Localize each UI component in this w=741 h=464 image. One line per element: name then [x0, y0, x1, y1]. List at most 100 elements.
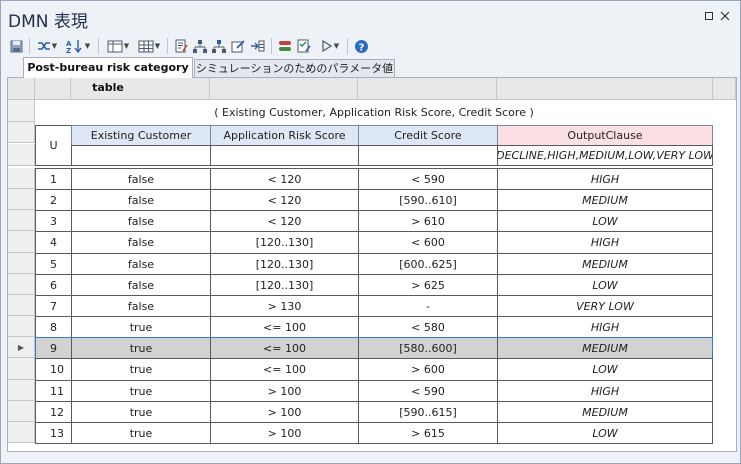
rule-existing-customer[interactable]: true	[71, 316, 211, 338]
rule-output[interactable]: HIGH	[497, 231, 713, 254]
rule-existing-customer[interactable]: true	[71, 380, 211, 402]
rule-credit-score[interactable]: > 625	[358, 274, 498, 296]
rule-existing-customer[interactable]: true	[71, 401, 211, 423]
rule-existing-customer[interactable]: false	[71, 253, 211, 275]
rule-number[interactable]: 10	[35, 358, 72, 381]
play-icon[interactable]: ▼	[317, 37, 343, 55]
rule-output[interactable]: MEDIUM	[497, 253, 713, 275]
rule-output[interactable]: VERY LOW	[497, 295, 713, 317]
row-header[interactable]	[8, 380, 35, 401]
input-allowed-values[interactable]	[210, 145, 359, 166]
rule-number[interactable]: 3	[35, 210, 72, 232]
row-header[interactable]	[8, 210, 35, 231]
rule-output[interactable]: HIGH	[497, 316, 713, 338]
row-header[interactable]	[8, 189, 35, 210]
rule-number[interactable]: 7	[35, 295, 72, 317]
rule-credit-score[interactable]: < 590	[358, 380, 498, 402]
close-icon[interactable]	[720, 11, 734, 25]
column-header[interactable]	[210, 78, 358, 100]
toggle-icon[interactable]	[276, 37, 294, 55]
rule-application-risk-score[interactable]: < 120	[210, 210, 359, 232]
rule-existing-customer[interactable]: true	[71, 358, 211, 381]
sort-icon[interactable]: A Z ▼	[63, 37, 93, 55]
rule-application-risk-score[interactable]: > 100	[210, 422, 359, 444]
edit-icon[interactable]	[229, 37, 247, 55]
column-header[interactable]	[358, 78, 497, 100]
grid-icon[interactable]: ▼	[135, 37, 163, 55]
row-header[interactable]	[8, 168, 35, 189]
rule-application-risk-score[interactable]: <= 100	[210, 358, 359, 381]
rule-credit-score[interactable]: -	[358, 295, 498, 317]
rule-output[interactable]: LOW	[497, 210, 713, 232]
row-header[interactable]	[8, 231, 35, 253]
rule-credit-score[interactable]: [580..600]	[358, 337, 498, 359]
rule-application-risk-score[interactable]: [120..130]	[210, 253, 359, 275]
rule-credit-score[interactable]: [600..625]	[358, 253, 498, 275]
row-header[interactable]	[8, 316, 35, 337]
rule-application-risk-score[interactable]: < 120	[210, 189, 359, 211]
columns-icon[interactable]: ▼	[104, 37, 132, 55]
rule-application-risk-score[interactable]: > 130	[210, 295, 359, 317]
rule-number[interactable]: 1	[35, 168, 72, 190]
rule-output[interactable]: HIGH	[497, 168, 713, 190]
column-header[interactable]	[8, 78, 35, 100]
output-allowed-values[interactable]: DECLINE,HIGH,MEDIUM,LOW,VERY LOW	[497, 145, 713, 166]
row-header[interactable]	[8, 274, 35, 295]
rule-output[interactable]: MEDIUM	[497, 189, 713, 211]
rule-credit-score[interactable]: < 590	[358, 168, 498, 190]
input-header-existing-customer[interactable]: Existing Customer	[71, 125, 211, 146]
row-header[interactable]: ▶	[8, 337, 35, 358]
rule-existing-customer[interactable]: false	[71, 295, 211, 317]
hierarchy-icon[interactable]	[191, 37, 209, 55]
decision-table-grid[interactable]: ( Existing Customer, Application Risk Sc…	[7, 77, 737, 452]
input-allowed-values[interactable]	[358, 145, 498, 166]
row-header[interactable]	[8, 422, 35, 443]
row-header[interactable]	[8, 358, 35, 380]
row-header[interactable]	[8, 401, 35, 422]
rule-number[interactable]: 2	[35, 189, 72, 211]
rule-number[interactable]: 5	[35, 253, 72, 275]
column-header[interactable]	[497, 78, 713, 100]
rule-output[interactable]: LOW	[497, 274, 713, 296]
rule-number[interactable]: 11	[35, 380, 72, 402]
save-icon[interactable]	[8, 37, 24, 55]
input-header-application-risk-score[interactable]: Application Risk Score	[210, 125, 359, 146]
rule-application-risk-score[interactable]: > 100	[210, 401, 359, 423]
rule-existing-customer[interactable]: false	[71, 274, 211, 296]
rule-number[interactable]: 13	[35, 422, 72, 444]
help-icon[interactable]: ?	[352, 37, 370, 55]
rule-application-risk-score[interactable]: > 100	[210, 380, 359, 402]
input-header-credit-score[interactable]: Credit Score	[358, 125, 498, 146]
rule-number[interactable]: 9	[35, 337, 72, 359]
rule-credit-score[interactable]: [590..610]	[358, 189, 498, 211]
rule-application-risk-score[interactable]: < 120	[210, 168, 359, 190]
rule-credit-score[interactable]: > 610	[358, 210, 498, 232]
row-header[interactable]	[8, 295, 35, 316]
rule-output[interactable]: HIGH	[497, 380, 713, 402]
insert-column-icon[interactable]	[248, 37, 266, 55]
rule-output[interactable]: LOW	[497, 422, 713, 444]
hierarchy-alt-icon[interactable]	[210, 37, 228, 55]
rule-credit-score[interactable]: [590..615]	[358, 401, 498, 423]
rule-existing-customer[interactable]: false	[71, 189, 211, 211]
input-allowed-values[interactable]	[71, 145, 211, 166]
rule-application-risk-score[interactable]: [120..130]	[210, 274, 359, 296]
column-header[interactable]	[35, 78, 71, 100]
tab-simulation-params[interactable]: シミュレーションのためのパラメータ値	[194, 59, 395, 78]
rule-credit-score[interactable]: < 600	[358, 231, 498, 254]
rule-output[interactable]: MEDIUM	[497, 401, 713, 423]
rule-number[interactable]: 12	[35, 401, 72, 423]
checklist-icon[interactable]	[295, 37, 313, 55]
rule-number[interactable]: 6	[35, 274, 72, 296]
rule-application-risk-score[interactable]: [120..130]	[210, 231, 359, 254]
rule-existing-customer[interactable]: false	[71, 168, 211, 190]
rule-credit-score[interactable]: > 600	[358, 358, 498, 381]
rule-credit-score[interactable]: > 615	[358, 422, 498, 444]
shuffle-icon[interactable]: ▼	[34, 37, 60, 55]
rule-output[interactable]: LOW	[497, 358, 713, 381]
tab-post-bureau[interactable]: Post-bureau risk category table	[23, 57, 193, 94]
row-header[interactable]	[8, 253, 35, 274]
rule-number[interactable]: 8	[35, 316, 72, 338]
rule-credit-score[interactable]: < 580	[358, 316, 498, 338]
document-edit-icon[interactable]	[172, 37, 190, 55]
